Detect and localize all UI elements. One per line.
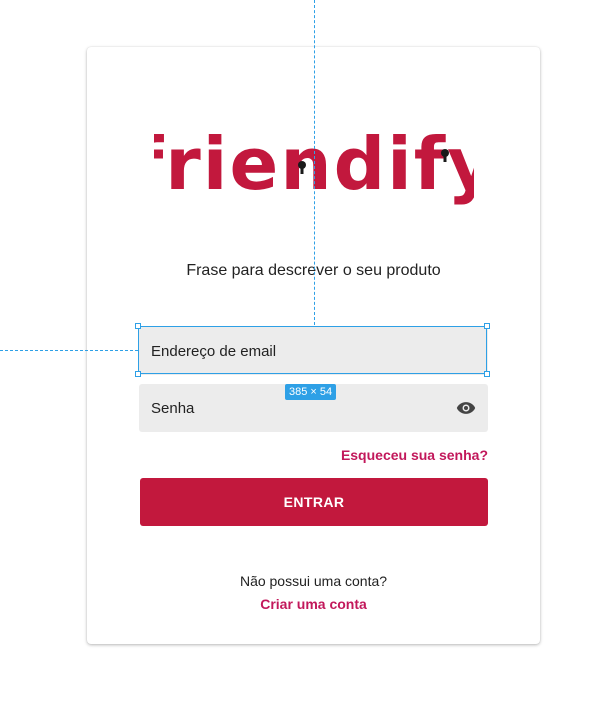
create-account-link[interactable]: Criar uma conta: [87, 596, 540, 612]
email-field[interactable]: [139, 327, 488, 375]
vertical-guide-line: [314, 0, 315, 325]
horizontal-guide-line: [0, 350, 138, 351]
no-account-text: Não possui uma conta?: [239, 573, 388, 589]
forgot-password-link[interactable]: Esqueceu sua senha?: [341, 447, 488, 463]
login-button[interactable]: ENTRAR: [140, 478, 488, 526]
selection-size-badge: 385 × 54: [285, 384, 337, 400]
email-input[interactable]: [139, 327, 488, 375]
eye-icon[interactable]: [456, 399, 476, 417]
